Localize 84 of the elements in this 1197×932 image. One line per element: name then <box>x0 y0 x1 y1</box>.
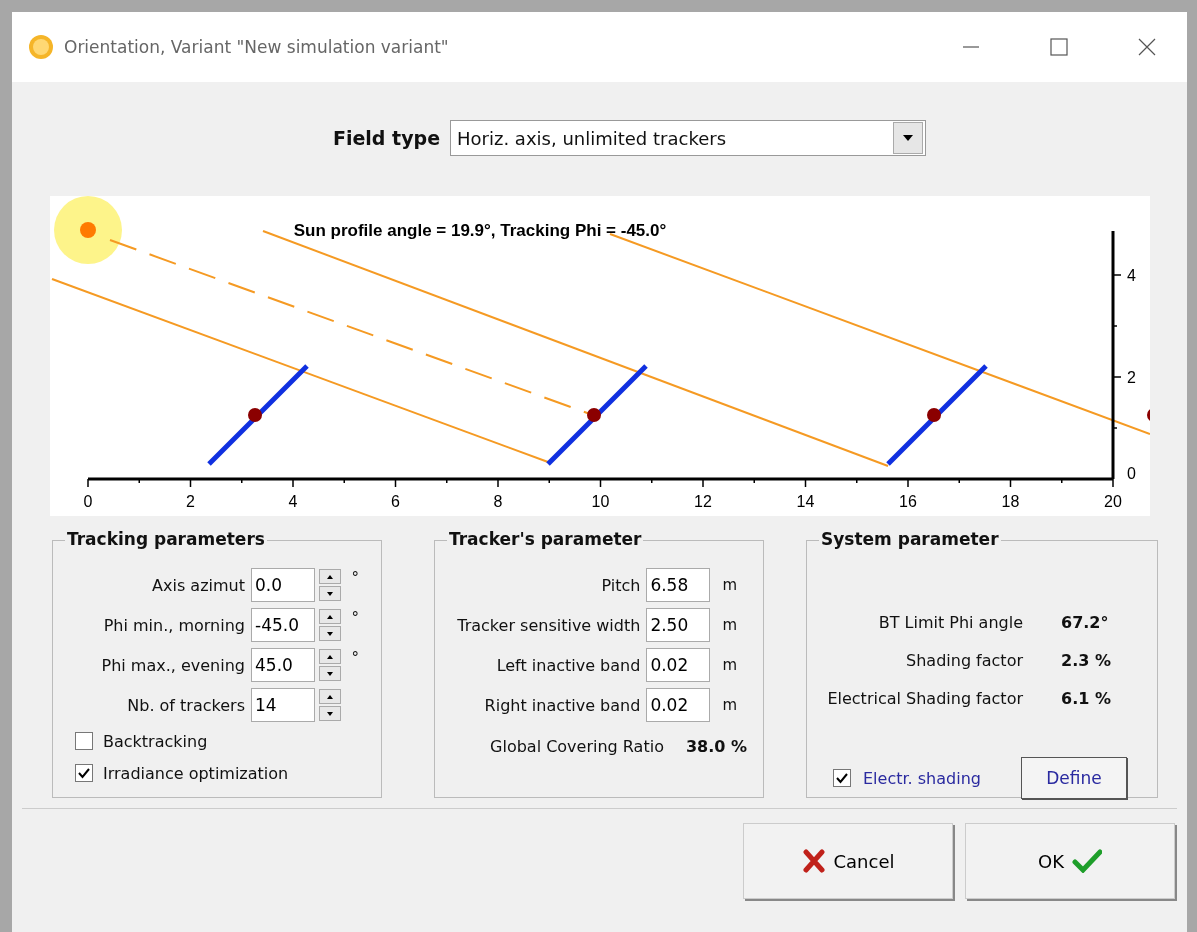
y-tick-label: 4 <box>1127 267 1136 284</box>
checkbox[interactable] <box>75 764 93 782</box>
up-arrow-icon <box>327 574 333 579</box>
group-title: System parameter <box>819 529 1001 549</box>
checkbox[interactable] <box>75 732 93 750</box>
x-tick-label: 16 <box>899 493 917 510</box>
x-tick-label: 6 <box>391 493 400 510</box>
x-tick-label: 18 <box>1001 493 1020 510</box>
input-field[interactable]: 0.02 <box>646 648 711 682</box>
sun-icon <box>28 34 54 60</box>
cross-icon <box>801 849 826 873</box>
spin-down-button[interactable] <box>319 586 341 601</box>
maximize-icon[interactable] <box>1049 37 1069 57</box>
field-label: Phi min., morning <box>103 615 245 635</box>
window-title: Orientation, Variant "New simulation variant" <box>64 37 450 57</box>
group-title: Tracking parameters <box>65 529 267 549</box>
down-arrow-icon <box>327 631 333 636</box>
result-value: 6.1 % <box>1061 688 1111 708</box>
y-tick-label: 0 <box>1127 465 1136 482</box>
field-label: Tracker sensitive width <box>457 615 641 635</box>
y-tick-label: 2 <box>1127 369 1136 386</box>
spin-down-button[interactable] <box>319 626 341 641</box>
spin-down-button[interactable] <box>319 666 341 681</box>
field-label: Pitch <box>601 575 641 595</box>
result-value: 2.3 % <box>1061 650 1111 670</box>
input-field[interactable]: 14 <box>251 688 315 722</box>
result-label: Shading factor <box>905 650 1023 670</box>
unit-label: ° <box>351 569 359 587</box>
close-icon[interactable] <box>1137 37 1157 57</box>
field-label: Axis azimut <box>152 575 245 595</box>
spin-up-button[interactable] <box>319 689 341 704</box>
up-arrow-icon <box>327 654 333 659</box>
unit-label: m <box>722 696 737 714</box>
result-label: Global Covering Ratio <box>490 737 664 756</box>
sun-drawing <box>54 196 122 264</box>
group-title: Tracker's parameter <box>447 529 644 549</box>
result-label: BT Limit Phi angle <box>877 612 1023 632</box>
down-arrow-icon <box>327 711 333 716</box>
field-type-dropdown[interactable]: Horiz. axis, unlimited trackers <box>450 120 927 156</box>
input-field[interactable]: -45.0 <box>251 608 315 642</box>
checkbox[interactable] <box>833 769 851 787</box>
diagram-title: Sun profile angle = 19.9°, Tracking Phi = -45.0° <box>293 221 667 240</box>
input-field[interactable]: 2.50 <box>646 608 711 642</box>
field-type-label: Field type <box>332 127 441 149</box>
x-tick-label: 4 <box>288 493 298 510</box>
input-field[interactable]: 0.0 <box>251 568 315 602</box>
spin-down-button[interactable] <box>319 706 341 721</box>
x-tick-label: 0 <box>83 493 93 510</box>
checkbox-label: Backtracking <box>103 731 208 751</box>
input-field[interactable]: 6.58 <box>646 568 711 602</box>
checkbox-label: Electr. shading <box>863 768 981 788</box>
x-tick-label: 12 <box>694 493 712 510</box>
up-arrow-icon <box>327 614 333 619</box>
unit-label: m <box>722 616 737 634</box>
up-arrow-icon <box>327 694 333 699</box>
x-tick-label: 14 <box>796 493 815 510</box>
x-tick-label: 20 <box>1104 493 1122 510</box>
field-label: Phi max., evening <box>101 655 245 675</box>
ok-button[interactable]: OK <box>965 823 1175 899</box>
spin-up-button[interactable] <box>319 569 341 584</box>
unit-label: m <box>722 656 737 674</box>
spin-up-button[interactable] <box>319 649 341 664</box>
x-tick-label: 2 <box>186 493 195 510</box>
field-label: Left inactive band <box>496 655 641 675</box>
input-field[interactable]: 45.0 <box>251 648 315 682</box>
unit-label: ° <box>351 609 359 627</box>
down-arrow-icon <box>327 591 333 596</box>
down-arrow-icon <box>327 671 333 676</box>
dropdown-arrow-icon <box>903 135 914 141</box>
unit-label: m <box>722 576 737 594</box>
checkmark-icon <box>1072 849 1102 873</box>
field-label: Nb. of trackers <box>127 695 245 715</box>
input-field[interactable]: 0.02 <box>646 688 711 722</box>
checkbox-label: Irradiance optimization <box>103 763 289 783</box>
cancel-button[interactable]: Cancel <box>743 823 953 899</box>
x-tick-label: 10 <box>591 493 610 510</box>
result-label: Electrical Shading factor <box>826 688 1023 708</box>
unit-label: ° <box>351 649 359 667</box>
define-button[interactable]: Define <box>1020 757 1127 799</box>
x-tick-label: 8 <box>493 493 503 510</box>
field-label: Right inactive band <box>484 695 641 715</box>
result-value: 38.0 % <box>685 737 747 756</box>
result-value: 67.2° <box>1061 612 1109 632</box>
spin-up-button[interactable] <box>319 609 341 624</box>
